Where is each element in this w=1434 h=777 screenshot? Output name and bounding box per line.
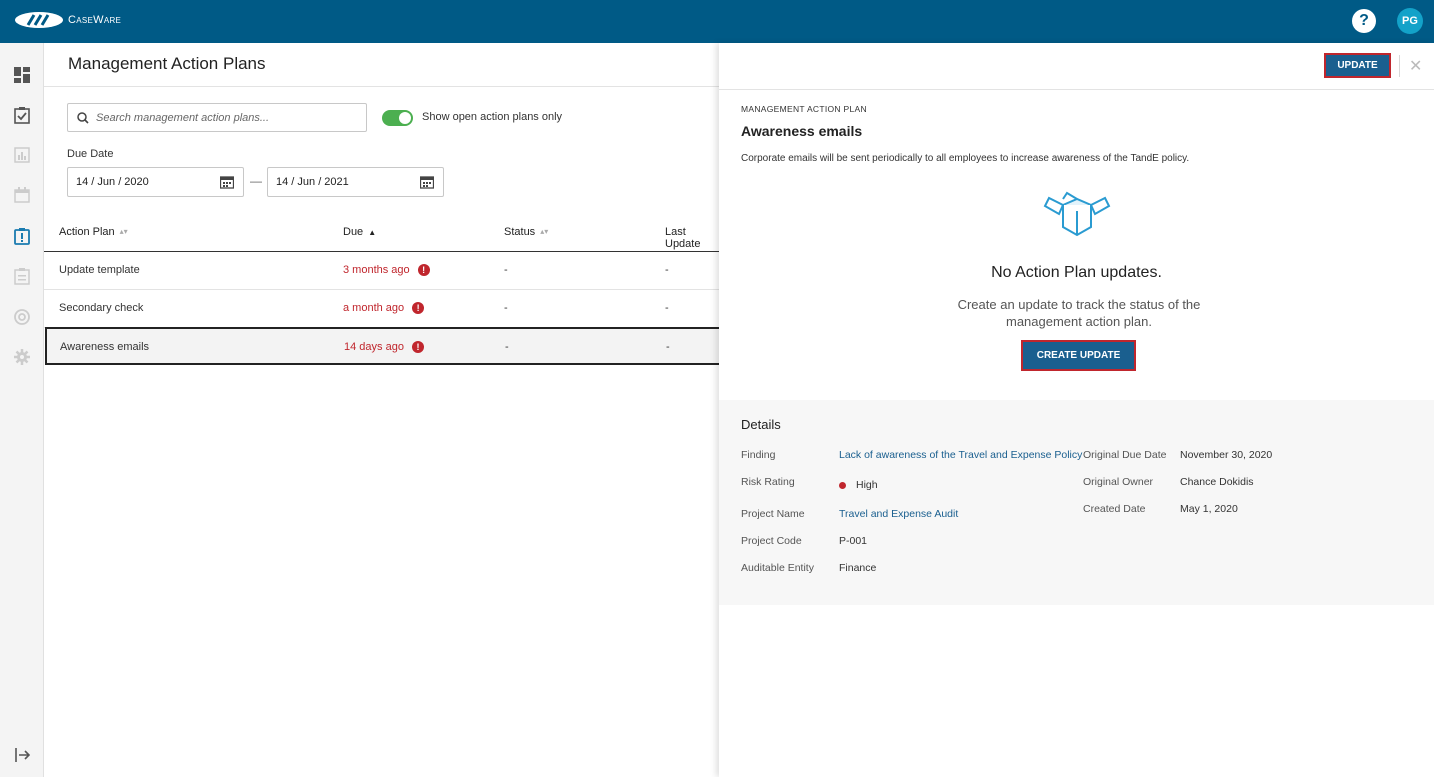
search-icon bbox=[77, 111, 89, 124]
divider bbox=[44, 86, 719, 87]
risk-rating-value: High bbox=[839, 479, 878, 491]
original-due-date-value: November 30, 2020 bbox=[1180, 449, 1273, 461]
dashboard-icon[interactable] bbox=[12, 65, 32, 85]
due-cell: 14 days ago! bbox=[344, 341, 424, 353]
calendar-icon[interactable] bbox=[420, 175, 434, 189]
status-value: - bbox=[504, 302, 508, 314]
due-value: 3 months ago bbox=[343, 264, 410, 276]
overdue-alert-icon: ! bbox=[412, 302, 425, 314]
plan-name: Secondary check bbox=[59, 302, 144, 314]
overdue-alert-icon: ! bbox=[417, 264, 430, 276]
auditable-entity-value: Finance bbox=[839, 562, 877, 574]
created-date-value: May 1, 2020 bbox=[1180, 503, 1238, 515]
finding-label: Finding bbox=[741, 449, 776, 461]
date-from-value: 14 / Jun / 2020 bbox=[76, 176, 149, 188]
left-nav-rail bbox=[0, 43, 44, 777]
sort-ascending-icon: ▲ bbox=[368, 227, 377, 237]
column-header-due[interactable]: Due ▲ bbox=[343, 226, 376, 238]
status-value: - bbox=[504, 264, 508, 276]
date-range-separator: — bbox=[250, 174, 262, 188]
date-to-field[interactable]: 14 / Jun / 2021 bbox=[267, 167, 444, 197]
risk-rating-label: Risk Rating bbox=[741, 476, 795, 488]
project-code-label: Project Code bbox=[741, 535, 802, 547]
plan-description: Corporate emails will be sent periodical… bbox=[741, 153, 1190, 164]
empty-state-title: No Action Plan updates. bbox=[991, 264, 1162, 281]
due-value: 14 days ago bbox=[344, 341, 404, 353]
table-row-selected[interactable]: Awareness emails 14 days ago! - - bbox=[45, 327, 725, 365]
plan-name: Update template bbox=[59, 264, 140, 276]
overdue-alert-icon: ! bbox=[411, 341, 424, 353]
original-owner-value: Chance Dokidis bbox=[1180, 476, 1254, 488]
table-row[interactable]: Update template 3 months ago! - - bbox=[44, 252, 719, 290]
open-plans-toggle[interactable] bbox=[382, 110, 413, 126]
status-value: - bbox=[505, 341, 509, 353]
divider bbox=[719, 89, 1434, 90]
project-name-label: Project Name bbox=[741, 508, 805, 520]
page-title: Management Action Plans bbox=[68, 54, 266, 73]
last-update-value: - bbox=[665, 264, 669, 276]
original-due-date-label: Original Due Date bbox=[1083, 449, 1167, 461]
column-header-last-update[interactable]: Last Update bbox=[665, 226, 719, 250]
project-code-value: P-001 bbox=[839, 535, 868, 547]
calendar-icon[interactable] bbox=[12, 185, 32, 205]
update-button[interactable]: UPDATE bbox=[1324, 53, 1391, 78]
action-plan-list-pane: Management Action Plans Show open action… bbox=[44, 43, 725, 777]
panel-eyebrow: MANAGEMENT ACTION PLAN bbox=[741, 104, 867, 114]
close-icon[interactable]: ✕ bbox=[1409, 56, 1422, 76]
details-section: Details Finding Lack of awareness of the… bbox=[719, 400, 1434, 605]
avatar[interactable]: PG bbox=[1397, 8, 1423, 34]
divider bbox=[1399, 55, 1400, 77]
calendar-icon[interactable] bbox=[220, 175, 234, 189]
column-header-label: Last Update bbox=[665, 226, 701, 250]
details-title: Details bbox=[741, 417, 781, 432]
support-icon[interactable] bbox=[12, 307, 32, 327]
brand-name: CaseWare bbox=[68, 14, 122, 26]
action-plan-detail-panel: UPDATE ✕ MANAGEMENT ACTION PLAN Awarenes… bbox=[719, 43, 1434, 777]
column-header-action-plan[interactable]: Action Plan ▴▾ bbox=[59, 226, 128, 238]
column-header-label: Status bbox=[504, 226, 536, 238]
empty-state-description: Create an update to track the status of … bbox=[957, 297, 1201, 329]
risk-rating-text: High bbox=[856, 479, 878, 491]
project-name-link[interactable]: Travel and Expense Audit bbox=[839, 508, 958, 520]
last-update-value: - bbox=[666, 341, 670, 353]
top-bar: CaseWare ? PG bbox=[0, 0, 1434, 43]
search-input[interactable] bbox=[96, 111, 356, 124]
caseware-logo-icon bbox=[15, 12, 63, 28]
plan-title: Awareness emails bbox=[741, 123, 863, 139]
settings-icon[interactable] bbox=[12, 347, 32, 367]
sort-icon: ▴▾ bbox=[119, 227, 128, 236]
column-header-status[interactable]: Status ▴▾ bbox=[504, 226, 548, 238]
chart-icon[interactable] bbox=[12, 145, 32, 165]
due-value: a month ago bbox=[343, 302, 405, 314]
date-from-field[interactable]: 14 / Jun / 2020 bbox=[67, 167, 244, 197]
open-plans-toggle-label: Show open action plans only bbox=[422, 111, 563, 123]
column-header-label: Action Plan bbox=[59, 226, 115, 238]
due-cell: 3 months ago! bbox=[343, 264, 430, 276]
finding-link[interactable]: Lack of awareness of the Travel and Expe… bbox=[839, 449, 1082, 461]
search-box[interactable] bbox=[67, 103, 367, 132]
empty-box-icon bbox=[1043, 191, 1111, 237]
date-to-value: 14 / Jun / 2021 bbox=[276, 176, 349, 188]
caseware-logo[interactable]: CaseWare bbox=[14, 11, 121, 29]
due-date-label: Due Date bbox=[67, 148, 114, 160]
table-row[interactable]: Secondary check a month ago! - - bbox=[44, 290, 719, 328]
create-update-button[interactable]: CREATE UPDATE bbox=[1021, 340, 1136, 371]
risk-indicator-dot bbox=[839, 481, 846, 489]
document-icon[interactable] bbox=[12, 266, 32, 286]
alert-icon[interactable] bbox=[12, 226, 32, 246]
last-update-value: - bbox=[665, 302, 669, 314]
sort-icon: ▴▾ bbox=[540, 227, 549, 236]
checklist-icon[interactable] bbox=[12, 105, 32, 125]
due-cell: a month ago! bbox=[343, 302, 425, 314]
column-header-label: Due bbox=[343, 226, 364, 238]
auditable-entity-label: Auditable Entity bbox=[741, 562, 814, 574]
logout-icon[interactable] bbox=[12, 745, 32, 765]
original-owner-label: Original Owner bbox=[1083, 476, 1154, 488]
plan-name: Awareness emails bbox=[60, 341, 150, 353]
help-button[interactable]: ? bbox=[1352, 9, 1376, 33]
created-date-label: Created Date bbox=[1083, 503, 1146, 515]
